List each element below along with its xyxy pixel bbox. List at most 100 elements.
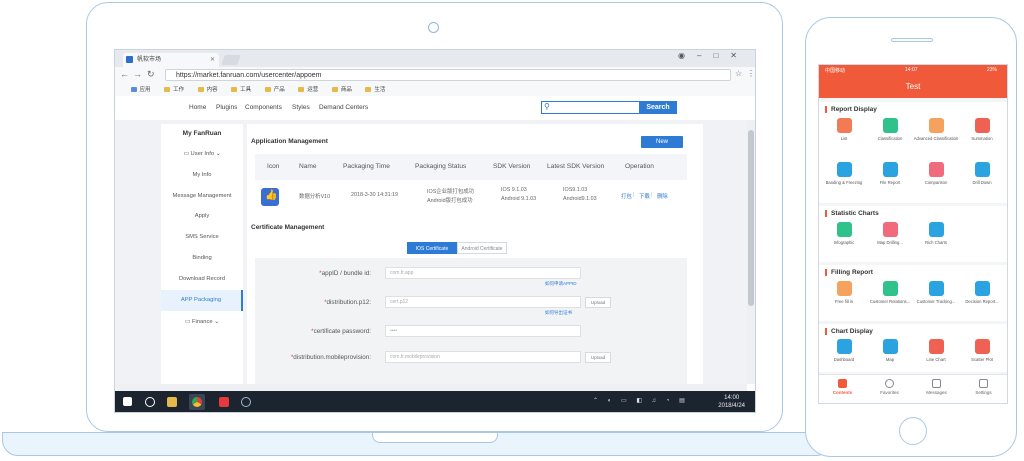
section-filling-report: Filling Report Free fill in Customer Rel…: [819, 265, 1007, 321]
new-button[interactable]: New: [641, 136, 683, 148]
bookmark-apps[interactable]: 应用: [130, 84, 151, 96]
sidebar-item-apply[interactable]: Apply: [161, 206, 243, 226]
scatter-plot-icon: [974, 339, 990, 354]
file-explorer-icon[interactable]: [167, 397, 177, 407]
advanced-classification-icon: [928, 118, 944, 133]
menu-icon[interactable]: ⋮: [747, 69, 755, 78]
bookmark-folder[interactable]: 工具: [231, 84, 251, 96]
nav-home[interactable]: Home: [189, 104, 206, 111]
nav-demand-centers[interactable]: Demand Centers: [319, 104, 368, 111]
field-label: *appID / bundle id:: [319, 270, 371, 277]
grid-item[interactable]: Classification: [867, 118, 913, 141]
search-input[interactable]: ⚲: [541, 101, 641, 114]
message-icon: [932, 379, 941, 388]
appid-input[interactable]: com.fr.app: [385, 267, 581, 279]
close-icon[interactable]: ✕: [730, 51, 749, 60]
maximize-icon[interactable]: □: [713, 51, 730, 60]
op-package-link[interactable]: 打包: [621, 192, 632, 200]
sidebar-item-app-packaging[interactable]: APP Packaging: [161, 290, 243, 311]
grid-item[interactable]: Customer Relations...: [867, 281, 913, 304]
grid-item[interactable]: List: [821, 118, 867, 141]
nav-styles[interactable]: Styles: [292, 104, 310, 111]
grid-item[interactable]: Customer Tracking...: [913, 281, 959, 304]
window-controls[interactable]: ◉–□✕: [678, 51, 749, 60]
grid-item[interactable]: Comparison: [913, 162, 959, 185]
horizontal-scrollbar[interactable]: [115, 384, 747, 391]
op-download-link[interactable]: 下载: [639, 192, 650, 200]
sidebar-item-message-management[interactable]: Message Management: [161, 186, 243, 206]
rich-charts-icon: [928, 222, 944, 237]
grid-item[interactable]: Map: [867, 339, 913, 362]
sidebar-item-finance[interactable]: ▭ Finance ⌄: [161, 312, 243, 332]
tab-favorites[interactable]: Favorites: [866, 379, 913, 395]
bookmark-folder[interactable]: 运营: [298, 84, 318, 96]
tab-messages[interactable]: Messages: [913, 379, 960, 395]
tab-ios-certificate[interactable]: IOS Certificate: [407, 242, 457, 254]
app-status-ios: IOS企业版打包成功: [427, 189, 475, 195]
grid-item[interactable]: Banding & Freezing: [821, 162, 867, 185]
line-chart-icon: [928, 339, 944, 354]
search-button[interactable]: Search: [639, 101, 677, 114]
url-input[interactable]: https://market.fanruan.com/usercenter/ap…: [165, 69, 731, 81]
password-input[interactable]: ••••: [385, 325, 581, 337]
grid-item[interactable]: Line Chart: [913, 339, 959, 362]
thumbs-up-icon: 👍: [265, 190, 278, 201]
tab-android-certificate[interactable]: Android Certificate: [457, 242, 507, 254]
close-tab-icon[interactable]: ✕: [210, 53, 215, 67]
mobileprovision-upload-button[interactable]: Upload: [585, 352, 611, 363]
grid-item[interactable]: Drill Down: [959, 162, 1005, 185]
sidebar-item-binding[interactable]: Binding: [161, 248, 243, 268]
windows-start-icon[interactable]: [123, 397, 132, 406]
sidebar-item-sms-service[interactable]: SMS Service: [161, 227, 243, 247]
star-icon[interactable]: ☆: [735, 69, 742, 78]
grid-item[interactable]: Dashboard: [821, 339, 867, 362]
appid-help-link[interactable]: 如何申请APPID: [545, 281, 577, 287]
minimize-icon[interactable]: –: [697, 51, 713, 60]
app-icon[interactable]: [241, 397, 251, 407]
bookmark-folder[interactable]: 内容: [197, 84, 218, 96]
sidebar-item-user-info[interactable]: ▭ User Info ⌄: [161, 144, 243, 164]
home-button[interactable]: [899, 417, 927, 445]
bookmark-folder[interactable]: 生活: [365, 84, 385, 96]
sidebar-item-download-record[interactable]: Download Record: [161, 269, 243, 289]
back-icon[interactable]: ←: [120, 69, 129, 79]
col-sdk-version: SDK Version: [493, 163, 531, 170]
grid-item[interactable]: Map Drilling...: [867, 222, 913, 245]
grid-item[interactable]: Scatter Plot: [959, 339, 1005, 362]
grid-item[interactable]: Advanced Classification: [913, 118, 959, 141]
grid-item[interactable]: Rich Charts: [913, 222, 959, 245]
op-delete-link[interactable]: 删除: [657, 192, 668, 200]
nav-plugins[interactable]: Plugins: [216, 104, 237, 111]
grid-item[interactable]: Summation: [959, 118, 1005, 141]
tray-icons[interactable]: ⌃ ◐ ▭ ◧ ♫ ◔ ▤: [593, 397, 689, 404]
nav-components[interactable]: Components: [245, 104, 282, 111]
vertical-scrollbar[interactable]: [747, 120, 755, 384]
grid-item[interactable]: Decision Report...: [959, 281, 1005, 304]
app-latest-sdk-ios: IOS9.1.03: [563, 187, 588, 193]
chrome-icon[interactable]: [189, 394, 205, 410]
browser-tab[interactable]: 帆软市场 ✕: [123, 53, 219, 67]
new-tab-button[interactable]: [221, 55, 241, 65]
scrollbar-thumb[interactable]: [748, 130, 754, 306]
forward-icon[interactable]: →: [133, 69, 142, 79]
bookmark-folder[interactable]: 工作: [164, 84, 184, 96]
sidebar-item-my-info[interactable]: My Info: [161, 165, 243, 185]
cortana-icon[interactable]: [145, 397, 155, 407]
tab-settings[interactable]: Settings: [960, 379, 1007, 395]
folder-icon: ▭: [184, 319, 192, 325]
clock[interactable]: 14:00 2018/4/24: [718, 394, 745, 410]
p12-help-link[interactable]: 如何导出证书: [545, 310, 572, 316]
grid-item[interactable]: File Report: [867, 162, 913, 185]
tab-contents[interactable]: Contents: [819, 379, 866, 395]
mobileprovision-input[interactable]: com.fr.mobileprovision: [385, 351, 581, 363]
p12-upload-button[interactable]: Upload: [585, 297, 611, 308]
account-icon[interactable]: ◉: [678, 51, 697, 60]
op-divider: |: [633, 192, 635, 198]
bookmark-folder[interactable]: 产品: [264, 84, 285, 96]
p12-input[interactable]: cert.p12: [385, 296, 581, 308]
grid-item[interactable]: Free fill in: [821, 281, 867, 304]
reload-icon[interactable]: ↻: [147, 69, 155, 80]
bookmark-folder[interactable]: 商品: [331, 84, 352, 96]
app-icon[interactable]: [219, 397, 229, 407]
grid-item[interactable]: Infographic: [821, 222, 867, 245]
